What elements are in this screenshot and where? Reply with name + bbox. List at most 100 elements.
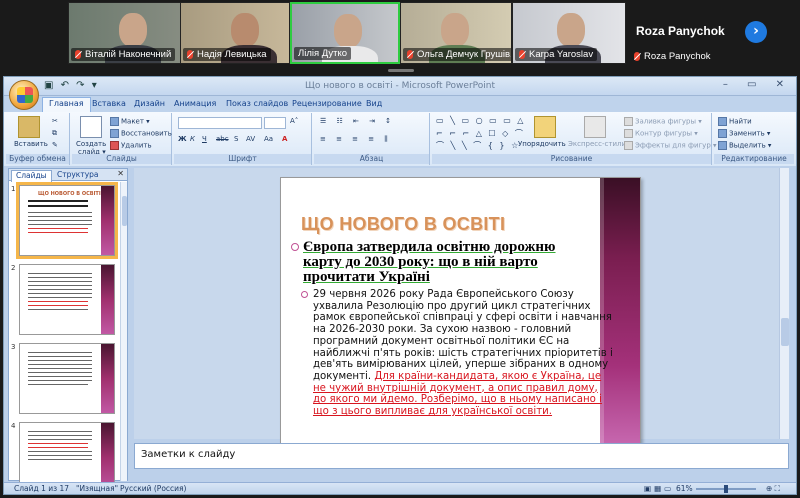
tab-home[interactable]: Главная bbox=[42, 97, 91, 112]
copy-icon[interactable]: ⧉ bbox=[52, 129, 57, 138]
replace-button[interactable]: Заменить ▾ bbox=[718, 129, 770, 138]
font-color-button[interactable]: A bbox=[282, 135, 287, 143]
next-page-button[interactable]: › bbox=[745, 21, 767, 43]
select-button[interactable]: Выделить ▾ bbox=[718, 141, 771, 150]
thumbnail-line bbox=[28, 384, 88, 385]
zoom-slider-thumb[interactable] bbox=[724, 485, 728, 493]
tab-view[interactable]: Вид bbox=[360, 98, 388, 109]
thumbnail-line bbox=[28, 352, 92, 353]
layout-button[interactable]: Макет ▾ bbox=[110, 117, 150, 126]
tab-outline[interactable]: Структура bbox=[53, 170, 103, 179]
shape-fill-button[interactable]: Заливка фигуры ▾ bbox=[624, 117, 702, 126]
format-painter-icon[interactable]: ✎ bbox=[52, 141, 58, 149]
italic-button[interactable]: К bbox=[190, 135, 195, 143]
fit-window-icon[interactable]: ⊕ ⛶ bbox=[766, 484, 780, 494]
scrollbar-thumb[interactable] bbox=[781, 318, 789, 346]
tab-animation[interactable]: Анимация bbox=[168, 98, 222, 109]
window-controls[interactable]: – ▭ ✕ bbox=[723, 79, 792, 90]
layout-icon bbox=[110, 117, 119, 126]
participant-tile[interactable]: Надія Левицька bbox=[180, 2, 290, 64]
binoculars-icon bbox=[718, 117, 727, 126]
language-indicator[interactable]: Русский (Россия) bbox=[120, 484, 186, 493]
spacing-button[interactable]: AV bbox=[246, 135, 255, 143]
thumbnail-line bbox=[28, 200, 88, 202]
scrollbar-thumb[interactable] bbox=[122, 196, 127, 226]
office-button[interactable] bbox=[9, 80, 39, 110]
muted-mic-icon bbox=[187, 50, 193, 59]
slide-thumbnail[interactable]: 2 bbox=[9, 264, 122, 338]
shapes-gallery-icon[interactable]: ⌒ ╲ ╲ ⌒ { } ☆ bbox=[436, 140, 520, 151]
align-buttons-icon[interactable]: ≡ ≡ ≡ ≡ ⫼ bbox=[320, 135, 392, 144]
slide-body-bullet[interactable]: 29 червня 2026 року Рада Європейського С… bbox=[301, 289, 613, 418]
select-icon bbox=[718, 141, 727, 150]
ribbon-tabs: Главная Вставка Дизайн Анимация Показ сл… bbox=[4, 96, 796, 112]
reset-button[interactable]: Восстановить bbox=[110, 129, 172, 138]
arrange-button[interactable]: Упорядочить bbox=[518, 140, 566, 148]
list-buttons-icon[interactable]: ☰ ☷ ⇤ ⇥ ↕ bbox=[320, 117, 395, 125]
participant-name: Karpa Yaroslav bbox=[515, 48, 598, 61]
cut-icon[interactable]: ✂ bbox=[52, 117, 58, 125]
shapes-gallery-icon[interactable]: ▭ ╲ ▭ ○ ▭ ▭ △ bbox=[436, 116, 525, 125]
notes-pane[interactable]: Заметки к слайду bbox=[134, 443, 789, 469]
delete-slide-button[interactable]: Удалить bbox=[110, 141, 152, 150]
current-slide[interactable]: ЩО НОВОГО В ОСВІТІ Європа затвердила осв… bbox=[280, 177, 641, 447]
quick-styles-icon bbox=[584, 116, 606, 138]
slide-thumbnail[interactable]: 1 ЩО НОВОГО В ОСВІТІ bbox=[9, 182, 122, 259]
group-font: A˄ Ж К Ч abc S AV Aa A Шрифт bbox=[174, 113, 312, 165]
thumbnail-image bbox=[19, 343, 115, 414]
slide-title[interactable]: ЩО НОВОГО В ОСВІТІ bbox=[301, 214, 505, 235]
underline-button[interactable]: Ч bbox=[202, 135, 207, 143]
font-size-select[interactable] bbox=[264, 117, 286, 129]
thumbnail-line bbox=[28, 277, 92, 278]
chevron-right-icon: › bbox=[753, 23, 759, 39]
quick-styles-button[interactable]: Экспресс-стили bbox=[568, 140, 626, 148]
participant-tile-active-speaker[interactable]: Лілія Дутко bbox=[290, 2, 400, 64]
thumbnail-line bbox=[28, 439, 92, 440]
zoom-level[interactable]: 61% bbox=[676, 484, 693, 493]
change-case-button[interactable]: Aa bbox=[264, 135, 273, 143]
panel-scrollbar[interactable] bbox=[120, 182, 127, 481]
tab-slides[interactable]: Слайды bbox=[11, 170, 52, 182]
find-button[interactable]: Найти bbox=[718, 117, 752, 126]
shape-outline-button[interactable]: Контур фигуры ▾ bbox=[624, 129, 698, 138]
view-buttons-icon[interactable]: ▣▦▭ bbox=[644, 484, 674, 493]
window-title: Що нового в освіті - Microsoft PowerPoin… bbox=[304, 81, 496, 91]
thumbnail-line bbox=[28, 368, 92, 369]
arrange-icon bbox=[534, 116, 556, 138]
font-name-select[interactable] bbox=[178, 117, 262, 129]
theme-name: "Изящная" bbox=[76, 484, 119, 493]
thumbnail-line bbox=[28, 281, 92, 282]
thumbnail-accent-bar bbox=[101, 265, 114, 334]
close-icon[interactable]: ✕ bbox=[117, 169, 124, 178]
shapes-gallery-icon[interactable]: ⌐ ⌐ ⌐ △ ☐ ◇ ⌒ bbox=[436, 128, 525, 139]
bullet-text: Європа затвердила освітню дорожню карту … bbox=[303, 239, 556, 285]
tab-design[interactable]: Дизайн bbox=[128, 98, 171, 109]
strikethrough-button[interactable]: abc bbox=[216, 135, 229, 143]
thumbnail-line bbox=[28, 220, 92, 221]
tab-review[interactable]: Рецензирование bbox=[286, 98, 368, 109]
bold-button[interactable]: Ж bbox=[178, 135, 187, 143]
thumbnail-image: ЩО НОВОГО В ОСВІТІ bbox=[16, 182, 118, 259]
participant-tile[interactable]: Віталій Наконечний bbox=[68, 2, 196, 64]
shape-effects-button[interactable]: Эффекты для фигур ▾ bbox=[624, 141, 717, 150]
group-label: Абзац bbox=[314, 154, 429, 164]
thumbnail-line bbox=[28, 376, 92, 377]
thumbnail-line bbox=[28, 451, 92, 452]
slide-number: 2 bbox=[11, 264, 16, 272]
slide-heading-bullet[interactable]: Європа затвердила освітню дорожню карту … bbox=[291, 239, 571, 285]
participant-tile[interactable]: Karpa Yaroslav bbox=[512, 2, 626, 64]
grow-font-icon[interactable]: A˄ bbox=[290, 117, 298, 125]
tab-insert[interactable]: Вставка bbox=[86, 98, 132, 109]
thumbnail-line bbox=[28, 228, 88, 229]
participant-tile[interactable]: Ольга Демчук Грушів... bbox=[400, 2, 512, 64]
thumbnail-line bbox=[28, 289, 92, 290]
thumbnail-line bbox=[28, 205, 88, 207]
strip-drag-handle[interactable] bbox=[388, 69, 414, 72]
fill-icon bbox=[624, 117, 633, 126]
canvas-scrollbar[interactable] bbox=[779, 168, 789, 439]
tab-slideshow[interactable]: Показ слайдов bbox=[220, 98, 294, 109]
shadow-button[interactable]: S bbox=[234, 135, 238, 143]
new-slide-button[interactable]: Создать bbox=[76, 140, 106, 148]
paste-button[interactable]: Вставить bbox=[14, 140, 48, 148]
slide-thumbnail[interactable]: 3 bbox=[9, 343, 122, 417]
